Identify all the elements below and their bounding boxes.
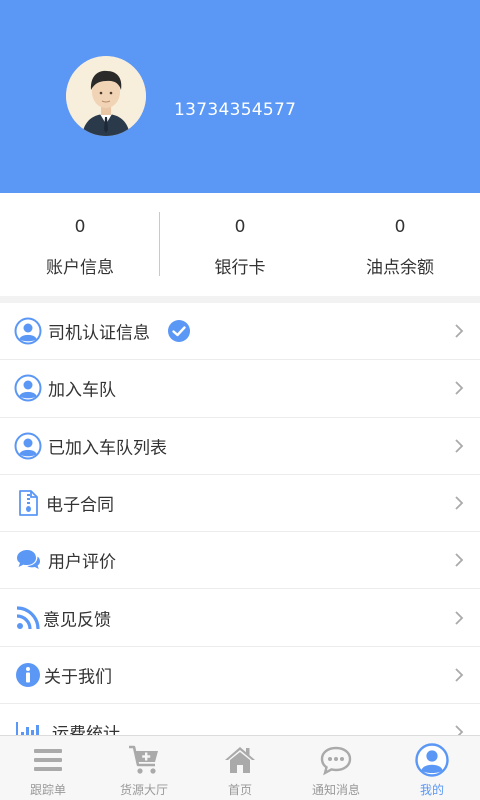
contract-file-icon xyxy=(19,490,38,516)
home-icon xyxy=(225,747,255,773)
chevron-right-icon xyxy=(455,439,464,453)
stat-account-info[interactable]: 0 账户信息 xyxy=(0,193,160,296)
account-stats: 0 账户信息 0 银行卡 0 油点余额 xyxy=(0,193,480,296)
chevron-right-icon xyxy=(455,553,464,567)
stat-oil-balance[interactable]: 0 油点余额 xyxy=(320,193,480,296)
cart-plus-icon xyxy=(129,745,158,774)
menu-item-feedback[interactable]: 意见反馈 xyxy=(0,589,480,647)
stat-value: 0 xyxy=(394,217,406,237)
tab-label: 通知消息 xyxy=(311,783,360,797)
stat-value: 0 xyxy=(234,217,246,237)
stat-label: 账户信息 xyxy=(46,258,114,278)
stat-label: 油点余额 xyxy=(366,258,434,278)
tab-label: 货源大厅 xyxy=(119,783,168,797)
chevron-right-icon xyxy=(455,610,464,625)
menu-item-about-us[interactable]: 关于我们 xyxy=(0,647,480,705)
menu-item-freight-stats[interactable]: 运费统计 xyxy=(0,704,480,735)
chevron-right-icon xyxy=(455,725,464,735)
chevron-right-icon xyxy=(455,668,464,682)
chat-bubbles-icon xyxy=(17,550,40,570)
tab-home[interactable]: 首页 xyxy=(192,736,288,800)
chevron-right-icon xyxy=(455,496,464,510)
chevron-right-icon xyxy=(455,324,464,338)
menu-item-user-reviews[interactable]: 用户评价 xyxy=(0,532,480,590)
stats-divider xyxy=(159,212,160,276)
tab-mine[interactable]: 我的 xyxy=(384,736,480,800)
list-icon xyxy=(34,749,62,771)
stat-value: 0 xyxy=(74,217,86,237)
avatar[interactable] xyxy=(66,56,146,136)
menu-item-e-contract[interactable]: 电子合同 xyxy=(0,475,480,533)
tab-label: 跟踪单 xyxy=(29,783,66,797)
menu-item-label: 意见反馈 xyxy=(43,610,111,631)
menu-item-joined-fleets[interactable]: 已加入车队列表 xyxy=(0,418,480,475)
info-icon xyxy=(16,662,40,687)
user-circle-icon xyxy=(14,374,42,402)
menu-item-label: 加入车队 xyxy=(48,380,116,401)
tab-notifications[interactable]: 通知消息 xyxy=(288,736,384,800)
avatar-image xyxy=(66,56,146,136)
phone-number: 13734354577 xyxy=(174,100,297,120)
menu-item-driver-verification[interactable]: 司机认证信息 xyxy=(0,303,480,361)
user-circle-icon xyxy=(415,743,449,777)
verified-check-icon xyxy=(168,320,190,343)
tab-label: 我的 xyxy=(419,783,444,797)
tab-cargo-hall[interactable]: 货源大厅 xyxy=(96,736,192,800)
menu-item-join-fleet[interactable]: 加入车队 xyxy=(0,360,480,418)
menu-item-label: 电子合同 xyxy=(46,495,114,516)
menu-item-label: 运费统计 xyxy=(52,724,120,735)
menu-item-label: 关于我们 xyxy=(44,667,112,688)
profile-header: 13734354577 xyxy=(0,0,480,193)
tab-label: 首页 xyxy=(227,783,252,797)
settings-menu: 司机认证信息 加入车队 已加入车队列表 电子合同 用户评价 意见反馈 关于我们 … xyxy=(0,303,480,735)
stat-label: 银行卡 xyxy=(214,258,266,278)
bottom-tab-bar: 跟踪单 货源大厅 首页 通知消息 我的 xyxy=(0,735,480,800)
user-circle-icon xyxy=(14,432,42,460)
tab-tracking[interactable]: 跟踪单 xyxy=(0,736,96,800)
menu-item-label: 已加入车队列表 xyxy=(48,438,167,459)
stat-bank-card[interactable]: 0 银行卡 xyxy=(160,193,320,296)
user-circle-icon xyxy=(14,317,42,345)
chevron-right-icon xyxy=(455,381,464,396)
message-icon xyxy=(320,746,352,776)
bar-chart-icon xyxy=(16,722,39,735)
menu-item-label: 用户评价 xyxy=(48,552,116,573)
menu-item-label: 司机认证信息 xyxy=(48,323,150,344)
rss-feedback-icon xyxy=(16,606,40,629)
